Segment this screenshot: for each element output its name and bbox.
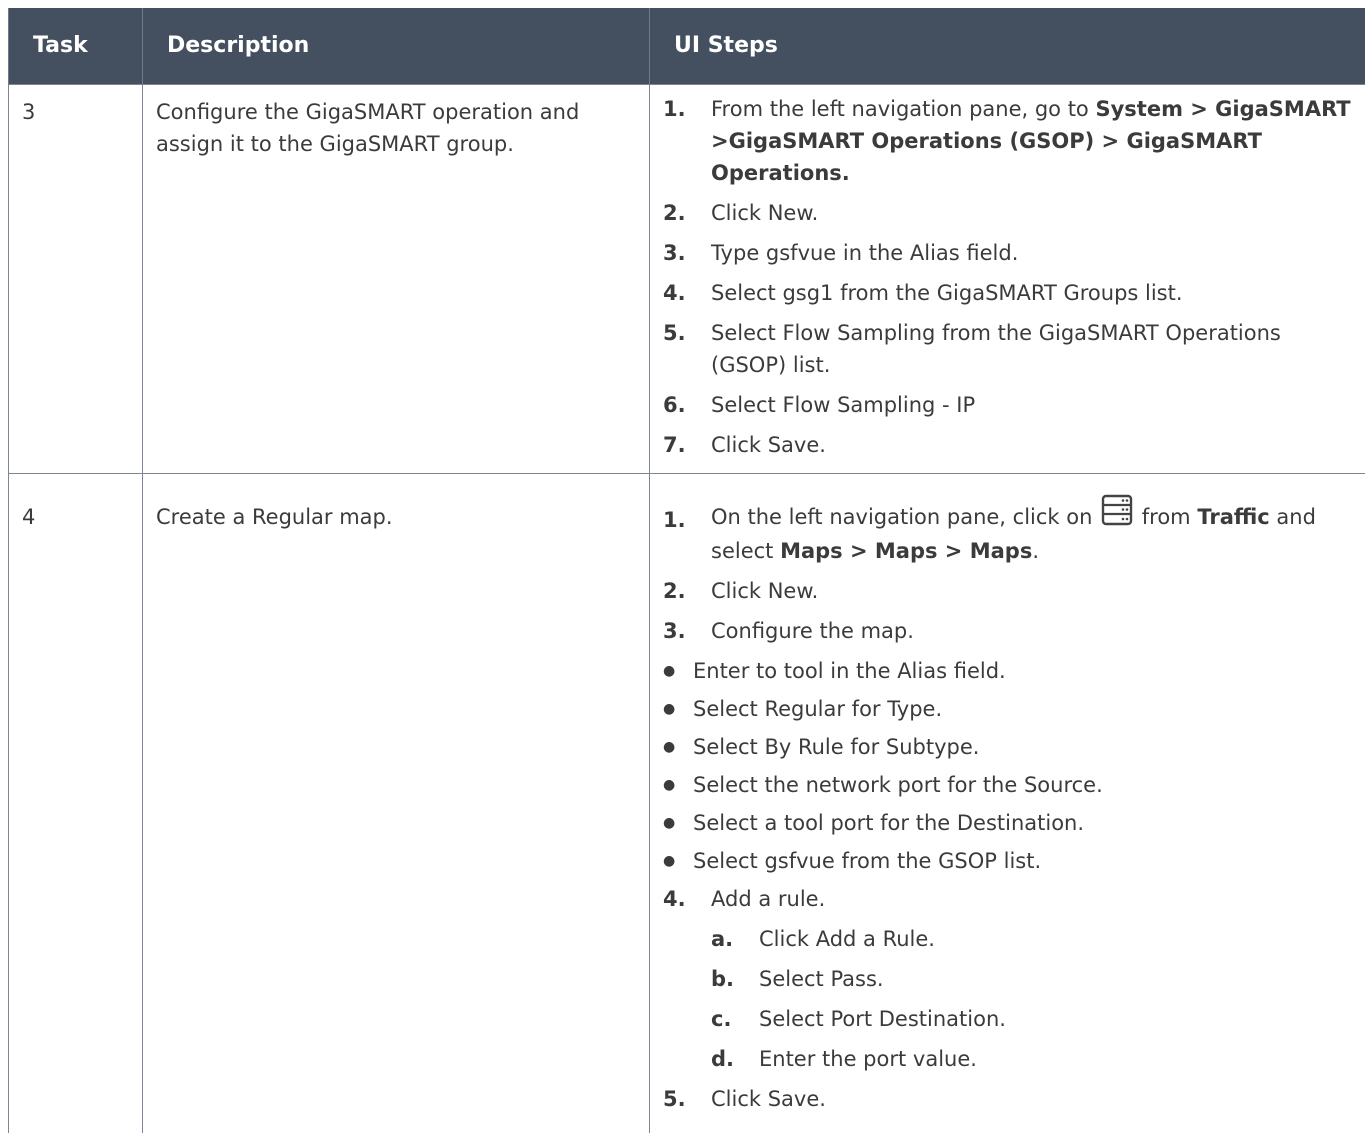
step-text: Add a rule. <box>711 883 825 915</box>
step-text-bold: Traffic <box>1197 505 1269 529</box>
step-item: 6. Select Flow Sampling - IP <box>663 389 1361 421</box>
task-number: 3 <box>9 84 143 473</box>
step-number: 2. <box>663 575 711 607</box>
bullet-text: Enter to tool in the Alias field. <box>693 655 1006 687</box>
bullet-dot-icon: ● <box>663 769 693 801</box>
step-item: 4. Add a rule. <box>663 883 1361 915</box>
step-text-plain: . <box>1032 539 1039 563</box>
server-stack-icon <box>1101 494 1133 535</box>
task-description: Configure the GigaSMART operation and as… <box>143 84 650 473</box>
step-text-plain: On the left navigation pane, click on <box>711 505 1099 529</box>
step-number: 1. <box>663 93 711 189</box>
step-item: 1. On the left navigation pane, click on… <box>663 494 1361 567</box>
substep-letter: c. <box>711 1003 759 1035</box>
bullet-item: ●Select Regular for Type. <box>663 693 1361 725</box>
task-number: 4 <box>9 473 143 1133</box>
header-row: Task Description UI Steps <box>9 8 1365 84</box>
substep-letter: a. <box>711 923 759 955</box>
bullet-text: Select By Rule for Subtype. <box>693 731 979 763</box>
step-item: 7. Click Save. <box>663 429 1361 461</box>
step-text: Click Save. <box>711 1083 826 1115</box>
substep-item: a.Click Add a Rule. <box>711 923 1361 955</box>
step-number: 3. <box>663 615 711 647</box>
step-text: Click New. <box>711 197 818 229</box>
substep-letter: b. <box>711 963 759 995</box>
step-text: Type gsfvue in the Alias field. <box>711 237 1018 269</box>
step-text: Select gsg1 from the GigaSMART Groups li… <box>711 277 1183 309</box>
step-text-bold: Maps > Maps > Maps <box>780 539 1032 563</box>
step-number: 6. <box>663 389 711 421</box>
step-number: 5. <box>663 1083 711 1115</box>
task-description: Create a Regular map. <box>143 473 650 1133</box>
step-number: 4. <box>663 883 711 915</box>
substep-item: b.Select Pass. <box>711 963 1361 995</box>
step-number: 7. <box>663 429 711 461</box>
step-number: 5. <box>663 317 711 381</box>
bullet-dot-icon: ● <box>663 807 693 839</box>
substep-text: Enter the port value. <box>759 1043 977 1075</box>
substep-item: c.Select Port Destination. <box>711 1003 1361 1035</box>
substep-text: Select Port Destination. <box>759 1003 1006 1035</box>
step-text-plain: From the left navigation pane, go to <box>711 97 1095 121</box>
procedure-table: Task Description UI Steps 3 Configure th… <box>8 8 1365 1133</box>
step-text: Select Flow Sampling - IP <box>711 389 975 421</box>
step-text: On the left navigation pane, click on fr… <box>711 494 1361 567</box>
step-number: 4. <box>663 277 711 309</box>
step-text: From the left navigation pane, go to Sys… <box>711 93 1361 189</box>
bullet-dot-icon: ● <box>663 655 693 687</box>
step-item: 5. Select Flow Sampling from the GigaSMA… <box>663 317 1361 381</box>
table-row: 3 Configure the GigaSMART operation and … <box>9 84 1365 473</box>
substep-letter: d. <box>711 1043 759 1075</box>
step-text: Click Save. <box>711 429 826 461</box>
header-ui-steps: UI Steps <box>650 8 1365 84</box>
step-item: 3. Configure the map. <box>663 615 1361 647</box>
substep-text: Click Add a Rule. <box>759 923 935 955</box>
step-item: 2. Click New. <box>663 575 1361 607</box>
bullet-item: ●Enter to tool in the Alias field. <box>663 655 1361 687</box>
ui-steps-cell: 1. On the left navigation pane, click on… <box>650 473 1365 1133</box>
bullet-dot-icon: ● <box>663 693 693 725</box>
substep-item: d.Enter the port value. <box>711 1043 1361 1075</box>
bullet-item: ●Select By Rule for Subtype. <box>663 731 1361 763</box>
bullet-item: ●Select the network port for the Source. <box>663 769 1361 801</box>
substep-text: Select Pass. <box>759 963 884 995</box>
step-item: 4. Select gsg1 from the GigaSMART Groups… <box>663 277 1361 309</box>
step-text-plain: from <box>1135 505 1197 529</box>
step-text: Select Flow Sampling from the GigaSMART … <box>711 317 1361 381</box>
bullet-text: Select Regular for Type. <box>693 693 942 725</box>
bullet-text: Select a tool port for the Destination. <box>693 807 1084 839</box>
step-item: 3. Type gsfvue in the Alias field. <box>663 237 1361 269</box>
bullet-text: Select the network port for the Source. <box>693 769 1103 801</box>
step-item: 2. Click New. <box>663 197 1361 229</box>
step-item: 1. From the left navigation pane, go to … <box>663 93 1361 189</box>
bullet-dot-icon: ● <box>663 845 693 877</box>
step-number: 3. <box>663 237 711 269</box>
step-number: 2. <box>663 197 711 229</box>
step-text: Click New. <box>711 575 818 607</box>
step-text: Configure the map. <box>711 615 914 647</box>
ui-steps-cell: 1. From the left navigation pane, go to … <box>650 84 1365 473</box>
step-item: 5. Click Save. <box>663 1083 1361 1115</box>
header-description: Description <box>143 8 650 84</box>
step-number: 1. <box>663 494 711 567</box>
bullet-item: ●Select a tool port for the Destination. <box>663 807 1361 839</box>
bullet-dot-icon: ● <box>663 731 693 763</box>
bullet-item: ●Select gsfvue from the GSOP list. <box>663 845 1361 877</box>
header-task: Task <box>9 8 143 84</box>
bullet-text: Select gsfvue from the GSOP list. <box>693 845 1041 877</box>
table-row: 4 Create a Regular map. 1. On the left n… <box>9 473 1365 1133</box>
